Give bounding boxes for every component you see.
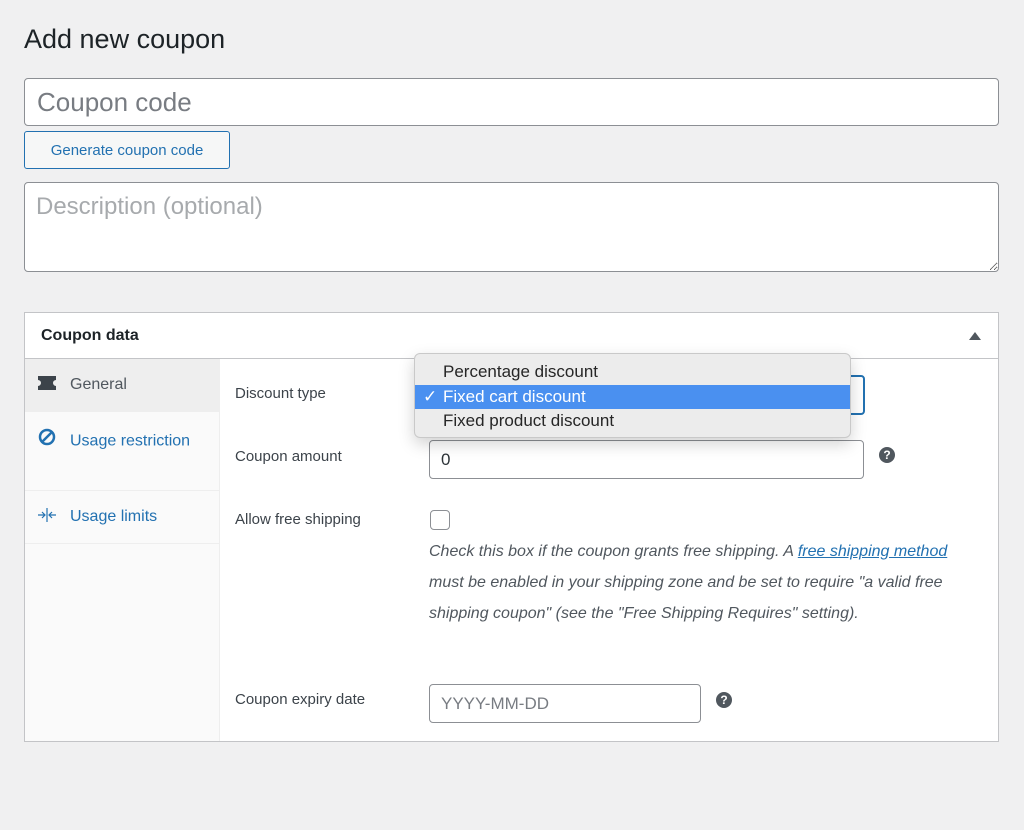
option-label: Fixed product discount [443,411,615,430]
discount-type-label: Discount type [235,385,326,402]
free-shipping-label: Allow free shipping [235,511,361,528]
help-icon[interactable]: ? [879,447,895,463]
option-percentage-discount[interactable]: Percentage discount [415,360,850,385]
tab-usage-restriction[interactable]: Usage restriction [25,412,219,491]
help-icon[interactable]: ? [716,692,732,708]
tab-usage-limits[interactable]: Usage limits [25,491,219,544]
tab-label: Usage restriction [70,432,191,450]
page-title: Add new coupon [24,24,226,54]
hint-text: Check this box if the coupon grants free… [429,543,798,560]
hint-text: must be enabled in your shipping zone an… [429,574,943,622]
option-label: Fixed cart discount [443,386,586,406]
coupon-code-input[interactable] [24,78,999,126]
expiry-date-label: Coupon expiry date [235,691,366,708]
collapse-toggle[interactable] [968,329,982,343]
expiry-date-input[interactable] [429,684,701,723]
coupon-amount-label: Coupon amount [235,448,342,465]
coupon-amount-input[interactable] [429,440,864,479]
description-textarea[interactable] [24,182,999,272]
tab-list: General Usage restriction Usage limits [25,359,220,741]
discount-type-dropdown: Percentage discount ✓ Fixed cart discount… [414,353,851,438]
tab-general[interactable]: General [25,359,219,412]
arrows-in-icon [38,507,56,527]
free-shipping-hint: Check this box if the coupon grants free… [429,536,959,629]
free-shipping-checkbox[interactable] [430,510,450,530]
tab-label: Usage limits [70,508,158,525]
panel-title: Coupon data [41,326,139,344]
free-shipping-method-link[interactable]: free shipping method [798,543,947,560]
block-icon [38,428,56,455]
option-fixed-product-discount[interactable]: Fixed product discount [415,409,850,434]
ticket-icon [38,375,56,395]
option-fixed-cart-discount[interactable]: ✓ Fixed cart discount [415,384,850,409]
option-label: Percentage discount [443,362,598,381]
checkmark-icon: ✓ [423,386,438,406]
tab-label: General [70,376,127,393]
generate-coupon-code-button[interactable]: Generate coupon code [24,131,230,169]
triangle-up-icon [969,331,981,340]
